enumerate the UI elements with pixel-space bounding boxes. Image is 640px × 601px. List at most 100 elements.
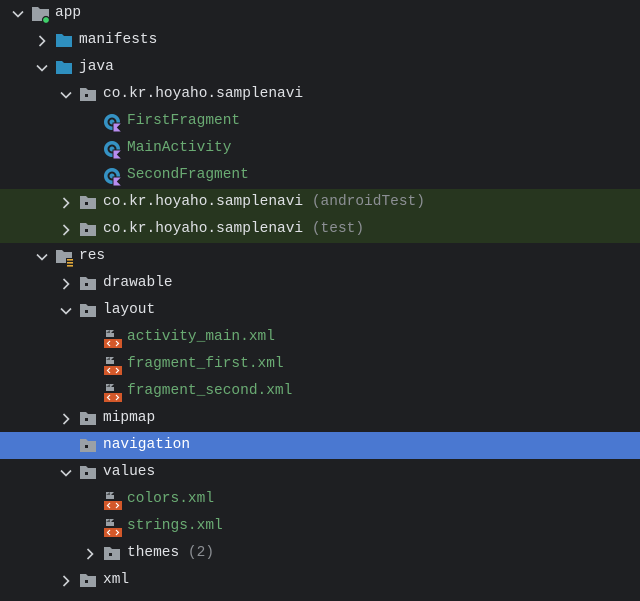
item-name: res xyxy=(79,248,106,264)
package-icon xyxy=(79,410,97,428)
item-name: FirstFragment xyxy=(127,113,241,129)
tree-row-label: FirstFragment xyxy=(127,108,240,135)
tree-row-label: fragment_first.xml xyxy=(127,351,284,378)
tree-row[interactable]: themes (2) xyxy=(0,540,640,567)
package-icon xyxy=(79,86,97,104)
xml-file-icon xyxy=(103,491,122,510)
package-icon xyxy=(103,545,121,563)
item-name: fragment_second.xml xyxy=(127,383,293,399)
item-name: values xyxy=(103,464,156,480)
xml-file-icon xyxy=(103,383,122,402)
tree-row[interactable]: colors.xml xyxy=(0,486,640,513)
tree-row-label: mipmap xyxy=(103,405,155,432)
chevron-right-icon[interactable] xyxy=(59,189,73,216)
item-name: manifests xyxy=(79,32,158,48)
tree-row[interactable]: values xyxy=(0,459,640,486)
package-icon xyxy=(79,275,97,293)
xml-file-icon xyxy=(103,518,122,537)
tree-row-label: co.kr.hoyaho.samplenavi (test) xyxy=(103,216,364,243)
xml-file-icon xyxy=(103,329,122,348)
item-name: navigation xyxy=(103,437,191,453)
chevron-right-icon[interactable] xyxy=(35,27,49,54)
tree-row-label: drawable xyxy=(103,270,173,297)
package-icon xyxy=(79,572,97,590)
source-folder-icon xyxy=(55,59,73,77)
chevron-down-icon[interactable] xyxy=(35,54,49,81)
resource-folder-icon xyxy=(55,248,74,267)
tree-row[interactable]: MainActivity xyxy=(0,135,640,162)
tree-row-label: SecondFragment xyxy=(127,162,249,189)
tree-row-label: manifests xyxy=(79,27,157,54)
tree-row[interactable]: SecondFragment xyxy=(0,162,640,189)
kotlin-class-icon xyxy=(103,167,124,187)
tree-row-label: fragment_second.xml xyxy=(127,378,292,405)
package-icon xyxy=(79,221,97,239)
tree-row-label: co.kr.hoyaho.samplenavi xyxy=(103,81,303,108)
item-name: co.kr.hoyaho.samplenavi xyxy=(103,86,304,102)
tree-row[interactable]: FirstFragment xyxy=(0,108,640,135)
package-icon xyxy=(79,194,97,212)
item-name: java xyxy=(79,59,114,75)
tree-row[interactable]: navigation xyxy=(0,432,640,459)
chevron-down-icon[interactable] xyxy=(59,459,73,486)
chevron-right-icon[interactable] xyxy=(59,270,73,297)
item-name: MainActivity xyxy=(127,140,232,156)
item-name: app xyxy=(55,5,82,21)
tree-row-label: co.kr.hoyaho.samplenavi (androidTest) xyxy=(103,189,425,216)
item-hint: (2) xyxy=(187,545,215,561)
tree-row[interactable]: xml xyxy=(0,567,640,594)
tree-row[interactable]: fragment_first.xml xyxy=(0,351,640,378)
tree-row-label: navigation xyxy=(103,432,190,459)
tree-row[interactable]: co.kr.hoyaho.samplenavi (androidTest) xyxy=(0,189,640,216)
tree-row[interactable]: java xyxy=(0,54,640,81)
tree-row-label: activity_main.xml xyxy=(127,324,275,351)
tree-row[interactable]: manifests xyxy=(0,27,640,54)
item-name: xml xyxy=(103,572,130,588)
item-name: fragment_first.xml xyxy=(127,356,284,372)
project-tree: app manifests java co.kr.hoyaho.samplenavi F… xyxy=(0,0,640,594)
xml-file-icon xyxy=(103,356,122,375)
module-folder-icon xyxy=(31,5,51,25)
item-name: co.kr.hoyaho.samplenavi xyxy=(103,221,304,237)
tree-row[interactable]: activity_main.xml xyxy=(0,324,640,351)
tree-row-label: java xyxy=(79,54,114,81)
tree-row-label: res xyxy=(79,243,105,270)
chevron-right-icon[interactable] xyxy=(59,405,73,432)
tree-row[interactable]: fragment_second.xml xyxy=(0,378,640,405)
tree-row[interactable]: co.kr.hoyaho.samplenavi xyxy=(0,81,640,108)
kotlin-class-icon xyxy=(103,113,124,133)
item-name: themes xyxy=(127,545,180,561)
item-name: layout xyxy=(103,302,156,318)
chevron-down-icon[interactable] xyxy=(59,81,73,108)
item-hint: (androidTest) xyxy=(311,194,425,210)
package-icon xyxy=(79,464,97,482)
item-name: activity_main.xml xyxy=(127,329,275,345)
item-name: colors.xml xyxy=(127,491,215,507)
item-name: mipmap xyxy=(103,410,156,426)
chevron-right-icon[interactable] xyxy=(59,216,73,243)
source-folder-icon xyxy=(55,32,73,50)
chevron-down-icon[interactable] xyxy=(59,297,73,324)
tree-row-label: app xyxy=(55,0,81,27)
item-name: co.kr.hoyaho.samplenavi xyxy=(103,194,304,210)
package-icon xyxy=(79,437,97,455)
tree-row[interactable]: res xyxy=(0,243,640,270)
tree-row[interactable]: app xyxy=(0,0,640,27)
tree-row[interactable]: co.kr.hoyaho.samplenavi (test) xyxy=(0,216,640,243)
kotlin-class-icon xyxy=(103,140,124,160)
chevron-down-icon[interactable] xyxy=(35,243,49,270)
tree-row-label: strings.xml xyxy=(127,513,223,540)
package-icon xyxy=(79,302,97,320)
tree-row-label: MainActivity xyxy=(127,135,231,162)
chevron-down-icon[interactable] xyxy=(11,0,25,27)
item-hint: (test) xyxy=(311,221,365,237)
chevron-right-icon[interactable] xyxy=(59,567,73,594)
tree-row[interactable]: layout xyxy=(0,297,640,324)
tree-row-label: colors.xml xyxy=(127,486,214,513)
tree-row[interactable]: mipmap xyxy=(0,405,640,432)
tree-row[interactable]: drawable xyxy=(0,270,640,297)
tree-row-label: xml xyxy=(103,567,129,594)
item-name: SecondFragment xyxy=(127,167,249,183)
chevron-right-icon[interactable] xyxy=(83,540,97,567)
tree-row[interactable]: strings.xml xyxy=(0,513,640,540)
